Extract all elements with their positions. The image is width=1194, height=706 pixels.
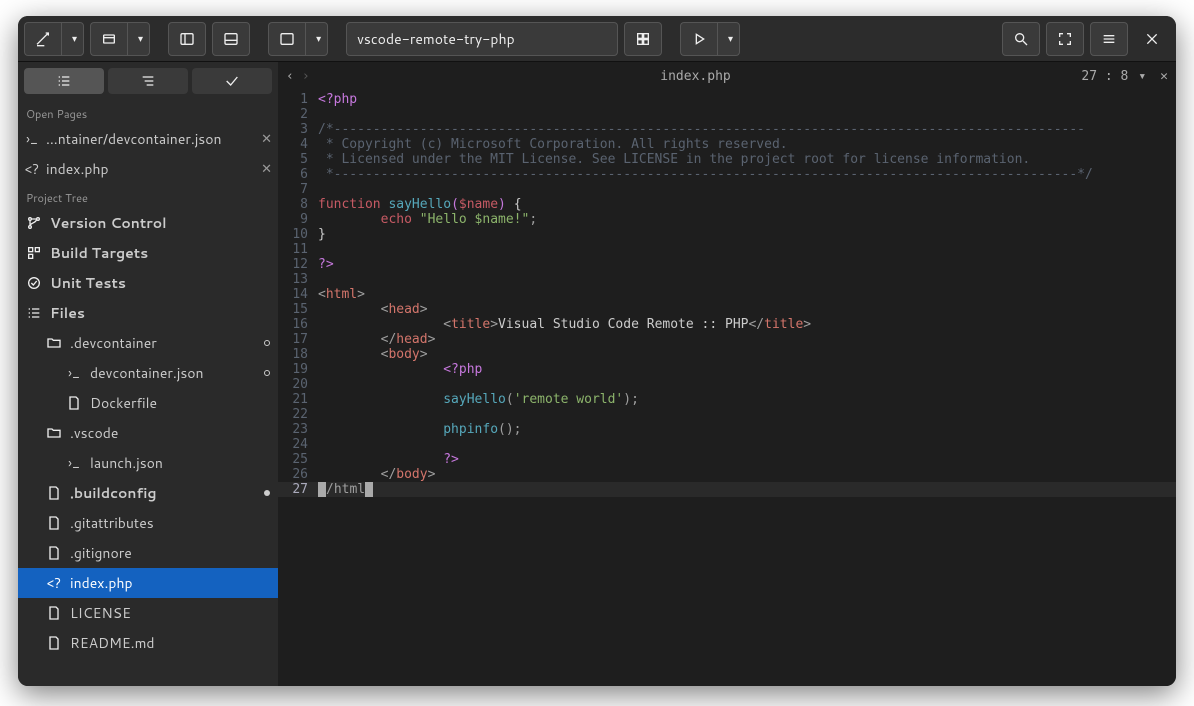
tree-folder[interactable]: .devcontainer — [18, 328, 278, 358]
project-tree-header: Project Tree — [18, 184, 278, 208]
open-page-item[interactable]: <? index.php ✕ — [18, 154, 278, 184]
status-dot — [264, 490, 270, 496]
files-icon — [26, 305, 42, 321]
nav-back[interactable]: ‹ — [286, 69, 294, 84]
status-dot — [264, 340, 270, 346]
cursor-position: 27 : 8 — [1081, 69, 1128, 84]
chevron-down-icon: ▾ — [72, 32, 77, 46]
editor-tabbar: ‹ › index.php 27 : 8 ▾ ✕ — [278, 62, 1176, 90]
tree-file[interactable]: ›_ devcontainer.json — [18, 358, 278, 388]
branch-icon — [26, 215, 42, 231]
new-file-button[interactable]: ▾ — [24, 22, 84, 56]
close-icon[interactable]: ✕ — [261, 160, 272, 178]
file-icon — [46, 605, 62, 621]
tree-file-selected[interactable]: <? index.php — [18, 568, 278, 598]
file-icon — [46, 635, 62, 651]
project-selector[interactable]: vscode-remote-try-php — [346, 22, 618, 56]
search-button[interactable] — [1002, 22, 1040, 56]
chevron-down-icon[interactable]: ▾ — [1138, 69, 1146, 84]
code-area[interactable]: 1<?php 2 3/*----------------------------… — [278, 90, 1176, 686]
tests-icon — [26, 275, 42, 291]
open-pages-header: Open Pages — [18, 100, 278, 124]
app-window: ▾ ▾ ▾ vscode-remote-try-php ▾ — [18, 16, 1176, 686]
sidebar-tab-check[interactable] — [192, 68, 272, 94]
folder-icon — [46, 425, 62, 441]
php-icon: <? — [24, 159, 40, 179]
file-icon — [46, 485, 62, 501]
editor: ‹ › index.php 27 : 8 ▾ ✕ 1<?php 2 3/*---… — [278, 62, 1176, 686]
tree-section-tests[interactable]: Unit Tests — [18, 268, 278, 298]
file-icon — [46, 545, 62, 561]
close-button[interactable] — [1134, 22, 1170, 56]
open-page-item[interactable]: ›_ …ntainer/devcontainer.json ✕ — [18, 124, 278, 154]
file-icon — [66, 395, 82, 411]
folder-icon — [46, 335, 62, 351]
tree-section-build[interactable]: Build Targets — [18, 238, 278, 268]
project-name: vscode-remote-try-php — [357, 29, 515, 49]
tree-section-vcs[interactable]: Version Control — [18, 208, 278, 238]
chevron-down-icon: ▾ — [728, 32, 733, 46]
status-dot — [264, 370, 270, 376]
tree-file[interactable]: LICENSE — [18, 598, 278, 628]
toolbar: ▾ ▾ ▾ vscode-remote-try-php ▾ — [18, 16, 1176, 62]
menu-button[interactable] — [1090, 22, 1128, 56]
editor-tab-title: index.php — [310, 69, 1082, 84]
open-file-button[interactable]: ▾ — [90, 22, 150, 56]
nav-forward[interactable]: › — [302, 69, 310, 84]
tree-section-files[interactable]: Files — [18, 298, 278, 328]
chevron-down-icon: ▾ — [138, 32, 143, 46]
php-icon: <? — [46, 573, 62, 593]
terminal-icon: ›_ — [24, 129, 40, 149]
build-button[interactable] — [624, 22, 662, 56]
tree-file[interactable]: .gitattributes — [18, 508, 278, 538]
terminal-icon: ›_ — [66, 453, 82, 473]
chevron-down-icon: ▾ — [316, 32, 321, 46]
fullscreen-button[interactable] — [1046, 22, 1084, 56]
sidebar: Open Pages ›_ …ntainer/devcontainer.json… — [18, 62, 278, 686]
tree-file[interactable]: .gitignore — [18, 538, 278, 568]
sidebar-tab-outline[interactable] — [108, 68, 188, 94]
file-icon — [46, 515, 62, 531]
tree-file[interactable]: .buildconfig — [18, 478, 278, 508]
panel-bottom-button[interactable] — [212, 22, 250, 56]
close-icon[interactable]: ✕ — [261, 130, 272, 148]
tree-file[interactable]: Dockerfile — [18, 388, 278, 418]
panel-left-button[interactable] — [168, 22, 206, 56]
build-icon — [26, 245, 42, 261]
tree-file[interactable]: ›_ launch.json — [18, 448, 278, 478]
run-button[interactable]: ▾ — [680, 22, 740, 56]
sidebar-tab-list[interactable] — [24, 68, 104, 94]
tree-folder[interactable]: .vscode — [18, 418, 278, 448]
terminal-icon: ›_ — [66, 363, 82, 383]
layout-button[interactable]: ▾ — [268, 22, 328, 56]
close-tab-icon[interactable]: ✕ — [1160, 69, 1168, 84]
tree-file[interactable]: README.md — [18, 628, 278, 658]
